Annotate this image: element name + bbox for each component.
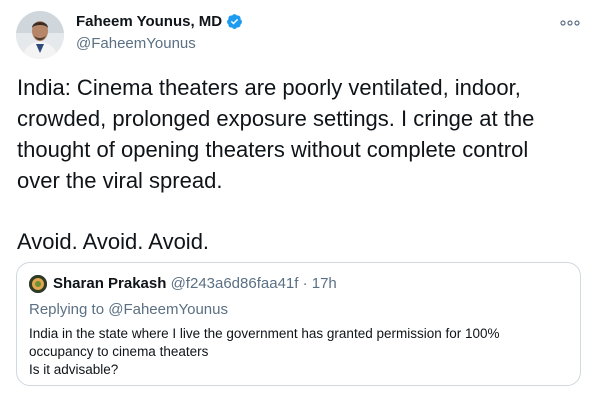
quoted-line: Is it advisable? [29, 362, 119, 377]
quoted-line: India in the state where I live the gove… [29, 326, 500, 341]
quoted-author-avatar [29, 275, 47, 293]
author-handle[interactable]: @FaheemYounus [76, 35, 196, 52]
author-name[interactable]: Faheem Younus, MD [76, 13, 222, 30]
tweet-line: crowded, prolonged exposure settings. I … [17, 106, 535, 131]
verified-badge-icon [226, 13, 243, 30]
more-options-icon[interactable] [558, 14, 582, 32]
quoted-tweet[interactable]: Sharan Prakash @f243a6d86faa41f · 17h Re… [16, 262, 581, 386]
quoted-line: occupancy to cinema theaters [29, 344, 209, 359]
tweet-card: Faheem Younus, MD @FaheemYounus India: C… [0, 0, 600, 400]
quoted-author-handle: @f243a6d86faa41f · 17h [170, 275, 337, 292]
tweet-line: over the viral spread. [17, 168, 223, 193]
quoted-author-name: Sharan Prakash [53, 275, 167, 292]
tweet-line: India: Cinema theaters are poorly ventil… [17, 75, 521, 100]
quoted-text: India in the state where I live the gove… [29, 325, 569, 379]
tweet-closing-line: Avoid. Avoid. Avoid. [17, 229, 210, 254]
tweet-text: India: Cinema theaters are poorly ventil… [17, 72, 587, 257]
tweet-line: thought of opening theaters without comp… [17, 137, 529, 162]
author-avatar[interactable] [16, 11, 64, 59]
replying-to-mention[interactable]: @FaheemYounus [108, 301, 228, 318]
replying-to-label: Replying to [29, 301, 109, 318]
replying-to-line: Replying to @FaheemYounus [29, 301, 228, 318]
